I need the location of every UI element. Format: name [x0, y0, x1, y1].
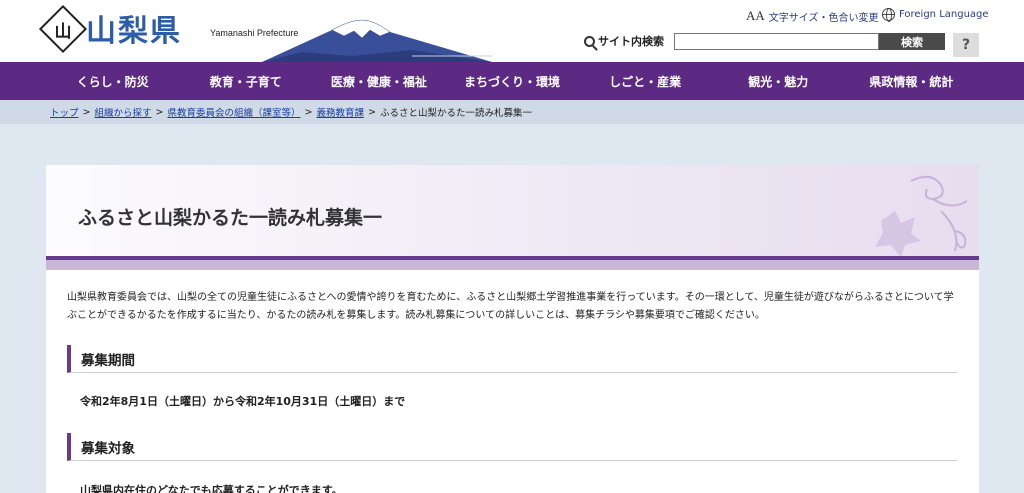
nav-item-education[interactable]: 教育・子育て	[179, 62, 312, 100]
prefecture-seal-logo[interactable]: 山	[38, 4, 88, 54]
breadcrumb: トップ > 組織から探す > 県教育委員会の組織（課室等） > 義務教育課 > …	[0, 100, 1024, 124]
grape-vine-icon	[875, 175, 968, 257]
site-logo-text[interactable]: 山梨県	[86, 6, 182, 50]
font-size-color-label: 文字サイズ・色合い変更	[768, 12, 879, 24]
nav-item-town[interactable]: まちづくり・環境	[445, 62, 578, 100]
search-help-button[interactable]: ?	[953, 33, 979, 57]
nav-item-tourism[interactable]: 観光・魅力	[712, 62, 845, 100]
font-size-icon: AA	[746, 8, 765, 23]
section-heading-period: 募集期間	[67, 345, 957, 373]
page-title: ふるさと山梨かるた一読み札募集一	[78, 207, 383, 229]
nav-item-government[interactable]: 県政情報・統計	[845, 62, 978, 100]
breadcrumb-current: ふるさと山梨かるた一読み札募集一	[379, 108, 532, 119]
breadcrumb-link-division[interactable]: 義務教育課	[316, 105, 364, 119]
site-search-label: サイト内検索	[584, 33, 664, 49]
breadcrumb-separator: >	[367, 106, 376, 118]
breadcrumb-separator: >	[304, 106, 313, 118]
global-nav: くらし・防災 教育・子育て 医療・健康・福祉 まちづくり・環境 しごと・産業 観…	[0, 62, 1024, 100]
main-content-card: ふるさと山梨かるた一読み札募集一 山梨県教育委員会では、山梨の全ての児童生徒にふ…	[46, 165, 979, 493]
site-search-label-text: サイト内検索	[598, 35, 664, 48]
font-size-color-link[interactable]: AA 文字サイズ・色合い変更	[746, 8, 878, 24]
mount-fuji-illustration	[262, 19, 492, 62]
breadcrumb-link-board[interactable]: 県教育委員会の組織（課室等）	[167, 105, 300, 119]
section-text-period: 令和2年8月1日（土曜日）から令和2年10月31日（土曜日）まで	[80, 395, 406, 408]
foreign-language-link[interactable]: Foreign Language	[882, 8, 989, 22]
seal-glyph: 山	[54, 21, 72, 42]
search-input[interactable]	[674, 33, 879, 50]
nav-item-work[interactable]: しごと・産業	[579, 62, 712, 100]
section-text-eligibility: 山梨県内在住のどなたでも応募することができます。	[80, 484, 343, 493]
section-heading-eligibility: 募集対象	[67, 433, 957, 461]
foreign-language-label: Foreign Language	[899, 9, 989, 20]
breadcrumb-link-top[interactable]: トップ	[50, 105, 79, 119]
nav-item-health[interactable]: 医療・健康・福祉	[312, 62, 445, 100]
title-underline-light	[46, 260, 979, 270]
breadcrumb-separator: >	[82, 106, 91, 118]
globe-icon	[882, 8, 895, 22]
search-icon	[584, 35, 595, 47]
breadcrumb-link-organization[interactable]: 組織から探す	[94, 105, 151, 119]
site-header: 山 山梨県 Yamanashi Prefecture AA 文字サイズ・色合い変…	[0, 0, 1024, 62]
nav-item-living[interactable]: くらし・防災	[46, 62, 179, 100]
intro-paragraph: 山梨県教育委員会では、山梨の全ての児童生徒にふるさとへの愛情や誇りを育むために、…	[67, 292, 954, 321]
title-band: ふるさと山梨かるた一読み札募集一	[46, 165, 979, 257]
search-button[interactable]: 検索	[879, 33, 945, 50]
breadcrumb-separator: >	[155, 106, 164, 118]
